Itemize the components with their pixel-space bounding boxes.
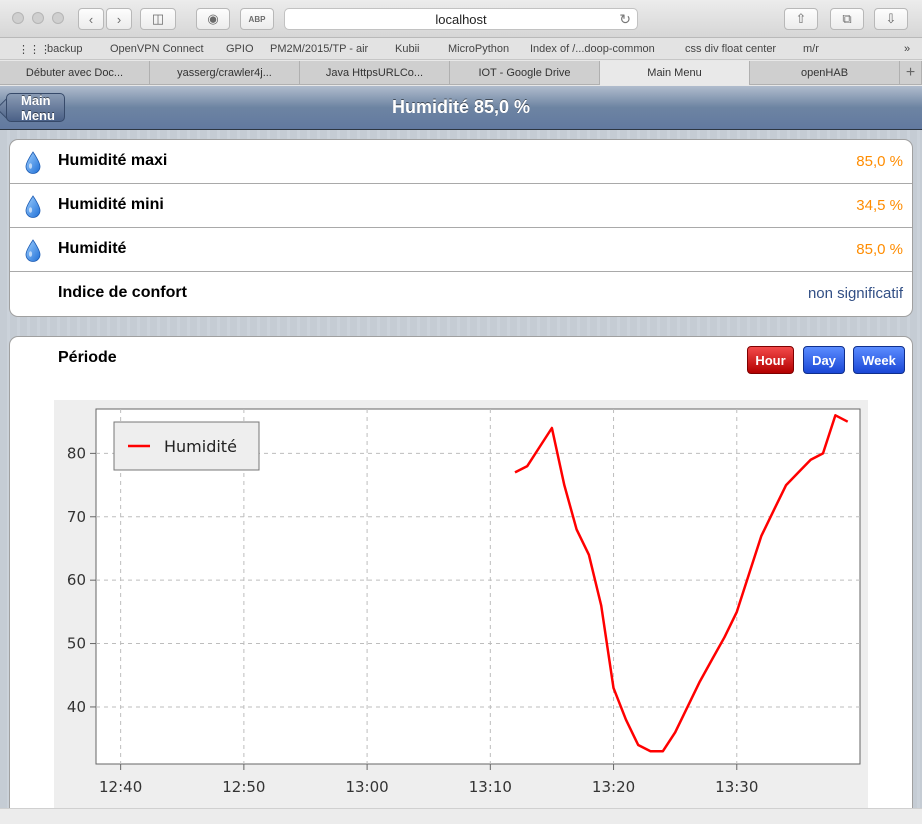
item-value: 85,0 % xyxy=(856,153,903,170)
x-tick-label: 13:00 xyxy=(345,778,388,796)
x-tick-label: 13:10 xyxy=(469,778,512,796)
period-day-button[interactable]: Day xyxy=(803,346,845,374)
tabs-overview-icon[interactable]: ⧉ xyxy=(830,8,864,30)
ghost-extension-icon[interactable]: ◉ xyxy=(196,8,230,30)
browser-tab-active[interactable]: Main Menu xyxy=(600,61,750,85)
window-bottom-edge xyxy=(0,808,922,824)
chart-panel: Période Hour Day Week 40 50 60 70 80 12:40 12:… xyxy=(9,336,913,824)
bookmark-item[interactable]: Index of /...doop-common xyxy=(530,43,655,55)
y-tick-label: 60 xyxy=(67,571,86,589)
list-item[interactable]: Indice de confort non significatif xyxy=(10,272,912,316)
humidity-chart: 40 50 60 70 80 12:40 12:50 13:00 13:10 13:20 13:30… xyxy=(54,400,868,820)
bookmarks-overflow-icon[interactable]: » xyxy=(904,43,910,55)
item-label: Humidité mini xyxy=(58,196,164,213)
item-value: 85,0 % xyxy=(856,241,903,258)
y-tick-label: 50 xyxy=(67,635,86,653)
legend-label: Humidité xyxy=(164,437,237,456)
tab-bar: Débuter avec Doc... yasserg/crawler4j...… xyxy=(0,61,922,85)
adblock-icon[interactable]: ABP xyxy=(240,8,274,30)
openhab-page: Humidité 85,0 % Main Menu Humidité maxi … xyxy=(0,86,922,824)
item-label: Humidité xyxy=(58,240,127,257)
bookmark-item[interactable]: css div float center xyxy=(685,43,776,55)
browser-tab[interactable]: yasserg/crawler4j... xyxy=(150,61,300,85)
back-nav-icon[interactable]: ‹ xyxy=(78,8,104,30)
list-item[interactable]: Humidité mini 34,5 % xyxy=(10,184,912,228)
reload-icon[interactable]: ↻ xyxy=(619,11,631,28)
items-list: Humidité maxi 85,0 % Humidité mini 34,5 … xyxy=(9,139,913,317)
water-drop-icon xyxy=(25,195,41,218)
chart-area: 40 50 60 70 80 12:40 12:50 13:00 13:10 13:20 13:30… xyxy=(10,380,912,824)
browser-tab[interactable]: Java HttpsURLCo... xyxy=(300,61,450,85)
y-tick-label: 70 xyxy=(67,508,86,526)
x-tick-label: 12:50 xyxy=(222,778,265,796)
bookmark-item[interactable]: MicroPython xyxy=(448,43,509,55)
browser-tab[interactable]: IOT - Google Drive xyxy=(450,61,600,85)
x-tick-label: 13:20 xyxy=(592,778,635,796)
bookmark-item[interactable]: m/r xyxy=(803,43,819,55)
downloads-icon[interactable]: ⇩ xyxy=(874,8,908,30)
bookmark-item[interactable]: backup xyxy=(47,43,82,55)
item-label: Indice de confort xyxy=(58,284,187,301)
page-header: Humidité 85,0 % xyxy=(0,86,922,130)
browser-tab[interactable]: Débuter avec Doc... xyxy=(0,61,150,85)
page-title: Humidité 85,0 % xyxy=(391,97,531,117)
forward-nav-icon[interactable]: › xyxy=(106,8,132,30)
bookmark-item[interactable]: Kubii xyxy=(395,43,419,55)
water-drop-icon xyxy=(25,239,41,262)
water-drop-icon xyxy=(25,151,41,174)
item-label: Humidité maxi xyxy=(58,152,168,169)
x-tick-label: 12:40 xyxy=(99,778,142,796)
list-item[interactable]: Humidité maxi 85,0 % xyxy=(10,140,912,184)
bookmark-item[interactable]: PM2M/2015/TP - air xyxy=(270,43,368,55)
y-tick-label: 40 xyxy=(67,698,86,716)
period-week-button[interactable]: Week xyxy=(853,346,905,374)
item-value: 34,5 % xyxy=(856,197,903,214)
new-tab-icon[interactable]: + xyxy=(900,61,922,85)
minimize-window-button[interactable] xyxy=(32,12,44,24)
item-value: non significatif xyxy=(807,285,903,302)
browser-tab[interactable]: openHAB xyxy=(750,61,900,85)
share-icon[interactable]: ⇧ xyxy=(784,8,818,30)
period-label: Période xyxy=(58,349,117,366)
period-hour-button[interactable]: Hour xyxy=(747,346,794,374)
address-bar[interactable]: localhost ↻ xyxy=(284,8,638,30)
browser-toolbar: ‹ › ◫ ◉ ABP localhost ↻ ⇧ ⧉ ⇩ xyxy=(0,0,922,38)
bookmark-item[interactable]: OpenVPN Connect xyxy=(110,43,204,55)
close-window-button[interactable] xyxy=(12,12,24,24)
bookmark-item[interactable]: GPIO xyxy=(226,43,254,55)
x-tick-label: 13:30 xyxy=(715,778,758,796)
sidebar-icon[interactable]: ◫ xyxy=(140,8,176,30)
bookmarks-bar: ⋮⋮⋮ backup OpenVPN Connect GPIO PM2M/201… xyxy=(0,38,922,60)
address-text: localhost xyxy=(435,11,487,27)
main-menu-back-button[interactable]: Main Menu xyxy=(6,93,65,123)
list-item[interactable]: Humidité 85,0 % xyxy=(10,228,912,272)
y-tick-label: 80 xyxy=(67,444,86,462)
zoom-window-button[interactable] xyxy=(52,12,64,24)
